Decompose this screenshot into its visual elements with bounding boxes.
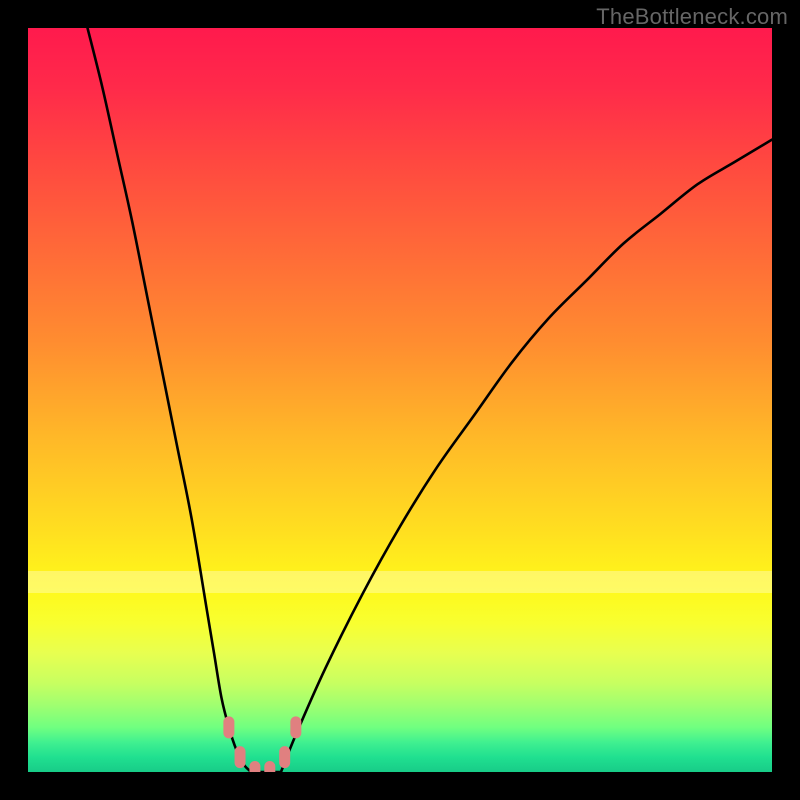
valley-marker <box>223 716 234 738</box>
plot-area <box>28 28 772 772</box>
valley-marker <box>264 761 275 772</box>
watermark-text: TheBottleneck.com <box>596 4 788 30</box>
chart-frame: TheBottleneck.com <box>0 0 800 800</box>
curve-left-branch <box>88 28 252 772</box>
valley-marker <box>235 746 246 768</box>
valley-marker <box>279 746 290 768</box>
valley-marker <box>290 716 301 738</box>
curve-layer <box>28 28 772 772</box>
curve-right-branch <box>281 140 772 772</box>
valley-marker <box>249 761 260 772</box>
